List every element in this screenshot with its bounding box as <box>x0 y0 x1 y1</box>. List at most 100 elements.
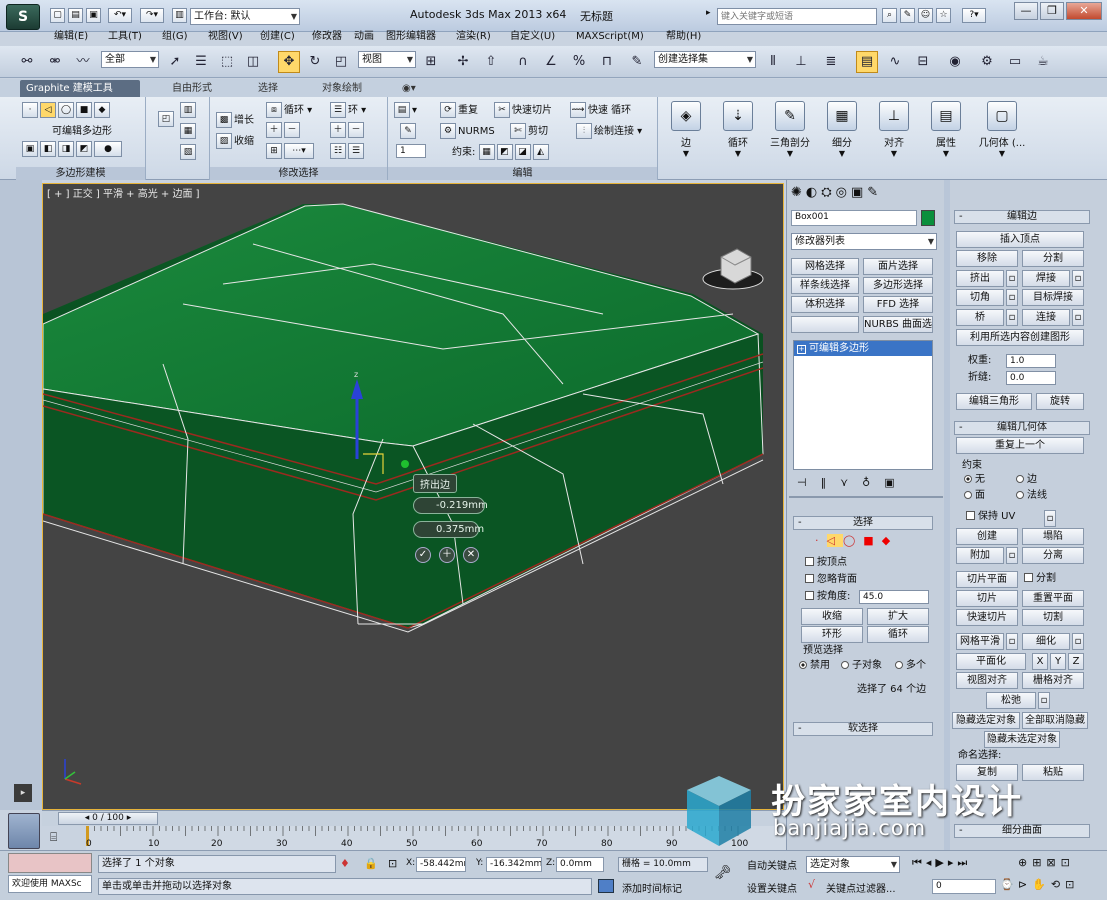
perspective-viewport[interactable]: z [ + ] 正交 ] 平滑 + 高光 + 边面 ] 挤出边 -0.219mm… <box>42 183 784 810</box>
ring-more-icon[interactable]: ☷ <box>330 143 346 159</box>
quickloop-button[interactable]: 快速 循环 <box>588 105 631 116</box>
layer-icon[interactable]: ≣ <box>820 51 842 73</box>
isolate-icon[interactable]: ♦ <box>340 857 350 870</box>
angle-spinner[interactable]: 45.0 <box>859 590 929 604</box>
copy-button[interactable]: 复制 <box>956 764 1018 781</box>
viewport-nav-icons[interactable]: ⊕⊞⊠⊡ <box>1018 856 1075 869</box>
chamfer-settings-button[interactable]: ▫ <box>1006 289 1018 306</box>
help-icon[interactable]: ?▾ <box>962 8 986 23</box>
loop-button[interactable]: 循环 <box>284 105 304 116</box>
meshsmooth-settings-button[interactable]: ▫ <box>1006 633 1018 650</box>
shrink-button[interactable]: 收缩 <box>234 136 254 147</box>
project-icon[interactable]: ▥ <box>172 8 187 23</box>
viewport-label[interactable]: [ + ] 正交 ] 平滑 + 高光 + 边面 ] <box>47 185 200 200</box>
constraint-none-icon[interactable]: ▦ <box>478 144 495 160</box>
tab-selection[interactable]: 选择 <box>252 80 284 97</box>
window-crossing-icon[interactable]: ◫ <box>242 51 264 73</box>
absolute-mode-icon[interactable]: ⊡ <box>388 857 397 870</box>
empty-modifier-button[interactable] <box>791 316 859 333</box>
subobject-level-icons[interactable]: ·◁◯■◆ <box>815 534 898 547</box>
edit-named-selection-icon[interactable]: ✎ <box>626 51 648 73</box>
ring-select-icon[interactable]: ◰ <box>158 111 174 127</box>
render-setup-icon[interactable]: ⚙ <box>976 51 998 73</box>
adaptive-degradation-icon[interactable] <box>598 879 614 893</box>
unlink-icon[interactable]: ⚮ <box>44 51 66 73</box>
menu-animation[interactable]: 动画 <box>354 30 374 44</box>
reset-plane-button[interactable]: 重置平面 <box>1022 590 1084 607</box>
ring-button[interactable]: 环 <box>348 105 358 116</box>
make-planar-button[interactable]: 平面化 <box>956 653 1026 670</box>
split-edge-button[interactable]: 分割 <box>1022 250 1084 267</box>
tris-big-button[interactable]: ✎ 三角剖分 ▼ <box>766 99 814 177</box>
create-button[interactable]: 创建 <box>956 528 1018 545</box>
by-angle-checkbox[interactable]: 按角度: <box>805 590 850 604</box>
select-object-icon[interactable]: ➚ <box>164 51 186 73</box>
percent-snap-icon[interactable]: % <box>568 51 590 73</box>
playback-controls-icons[interactable]: ⏮◂▶▸⏭ <box>912 856 971 870</box>
constraint-spinner[interactable]: 1 <box>396 144 426 158</box>
slice-button[interactable]: 切片 <box>956 590 1018 607</box>
volume-select-button[interactable]: 体积选择 <box>791 296 859 313</box>
scale-icon[interactable]: ◰ <box>330 51 352 73</box>
loops-big-button[interactable]: ⇣ 循环 ▼ <box>714 99 762 177</box>
close-button[interactable]: ✕ <box>1066 2 1102 20</box>
ignore-backface-checkbox[interactable]: 忽略背面 <box>805 573 857 587</box>
tab-graphite[interactable]: Graphite 建模工具 <box>20 80 140 97</box>
constraint-edge-icon[interactable]: ◩ <box>496 144 513 160</box>
object-name-field[interactable]: Box001 <box>791 210 917 226</box>
filter-icon[interactable]: ⌸ <box>50 830 57 845</box>
viewport-nav-icons-2[interactable]: ⊳✋⟲⊡ <box>1018 878 1079 891</box>
selection-filter-dropdown[interactable]: 全部 <box>101 51 159 68</box>
polygon-icon[interactable]: ■ <box>76 102 92 118</box>
loop-shrink-icon[interactable]: － <box>284 122 300 138</box>
curve-editor-icon[interactable]: ∿ <box>884 51 906 73</box>
remove-button[interactable]: 移除 <box>956 250 1018 267</box>
rendered-frame-icon[interactable]: ▭ <box>1004 51 1026 73</box>
paint-icon[interactable]: ✎ <box>400 123 416 139</box>
spline-select-button[interactable]: 样条线选择 <box>791 277 859 294</box>
stack-item-editable-poly[interactable]: + 可编辑多边形 <box>794 341 932 356</box>
maxscript-listener-icon[interactable]: ▸ <box>14 784 32 802</box>
by-vertex-checkbox[interactable]: 按顶点 <box>805 556 847 570</box>
paint-connect-button[interactable]: 绘制连接 <box>594 126 634 137</box>
preview-subobj-radio[interactable]: 子对象 <box>841 659 882 673</box>
unhide-all-button[interactable]: 全部取消隐藏 <box>1022 712 1088 729</box>
key-filters-button[interactable]: 关键点过滤器... <box>826 880 896 895</box>
render-icon[interactable]: ☕ <box>1032 51 1054 73</box>
weld-button[interactable]: 焊接 <box>1022 270 1070 287</box>
grow-selection-button[interactable]: 扩大 <box>867 608 929 625</box>
nurms-button[interactable]: NURMS <box>458 126 495 137</box>
ffd-select-button[interactable]: FFD 选择 <box>863 296 933 313</box>
next-frame-icon[interactable]: ▸ <box>127 813 132 823</box>
caddy-apply-icon[interactable]: ＋ <box>439 547 455 563</box>
move-icon[interactable]: ✥ <box>278 51 300 73</box>
meshsmooth-button[interactable]: 网格平滑 <box>956 633 1004 650</box>
element-icon[interactable]: ◆ <box>94 102 110 118</box>
constraint-normal-icon[interactable]: ◭ <box>532 144 549 160</box>
add-time-tag-button[interactable]: 添加时间标记 <box>622 880 682 895</box>
subdivision-surface-rollout[interactable]: 细分曲面 <box>954 824 1090 838</box>
x-coord-field[interactable]: -58.442mm <box>416 857 466 872</box>
menu-maxscript[interactable]: MAXScript(M) <box>576 30 644 44</box>
command-tabs-icons[interactable]: ✺◐⛭◎▣✎ <box>791 185 882 200</box>
extrude-width-field[interactable]: 0.375mm <box>413 521 484 538</box>
target-weld-button[interactable]: 目标焊接 <box>1022 289 1084 306</box>
edit-geometry-rollout[interactable]: 编辑几何体 <box>954 421 1090 435</box>
tools-icon[interactable]: ✎ <box>900 8 915 23</box>
menu-modifiers[interactable]: 修改器 <box>312 30 342 44</box>
geometry-big-button[interactable]: ▢ 几何体 (... ▼ <box>974 99 1030 177</box>
hide-unselected-button[interactable]: 隐藏未选定对象 <box>984 731 1060 748</box>
loop-grow-icon[interactable]: ＋ <box>266 122 282 138</box>
maxscript-mini-listener[interactable] <box>8 853 92 873</box>
maxscript-input[interactable]: 欢迎使用 MAXSc <box>8 875 92 893</box>
stack-up-icon[interactable]: ◧ <box>40 141 56 157</box>
connect-button[interactable]: 连接 <box>1022 309 1070 326</box>
rect-selection-icon[interactable]: ⬚ <box>216 51 238 73</box>
edit-edges-rollout[interactable]: 编辑边 <box>954 210 1090 224</box>
relax-button[interactable]: 松弛 <box>986 692 1036 709</box>
crease-spinner[interactable]: 0.0 <box>1006 371 1056 385</box>
bridge-button[interactable]: 桥 <box>956 309 1004 326</box>
ring-grow-icon[interactable]: ＋ <box>330 122 346 138</box>
edit-triangulation-button[interactable]: 编辑三角形 <box>956 393 1032 410</box>
planar-x-button[interactable]: X <box>1032 653 1048 670</box>
